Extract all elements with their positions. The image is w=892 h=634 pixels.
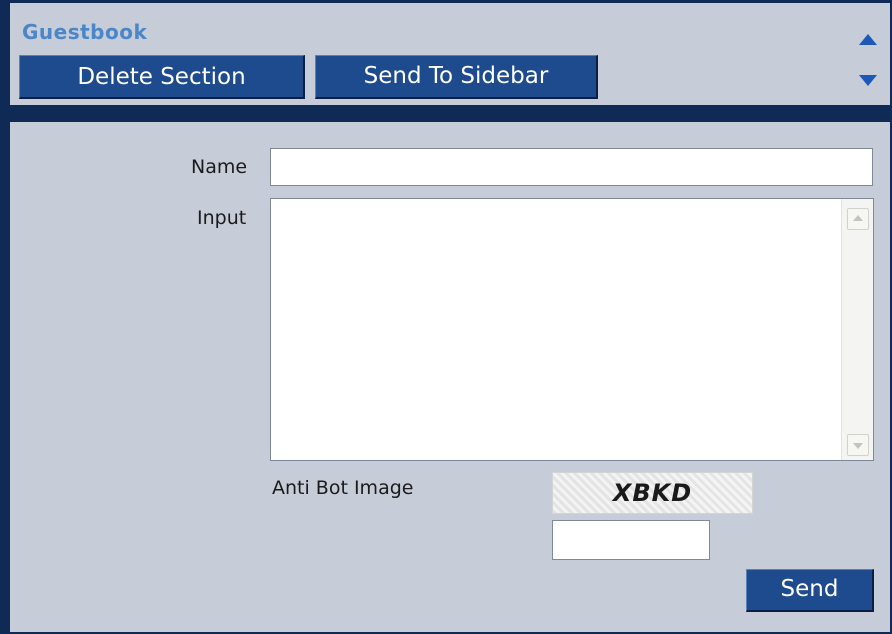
scroll-up-icon[interactable] [847,208,869,230]
arrow-down-icon[interactable] [859,75,877,86]
input-textarea-wrapper [270,198,874,461]
captcha-input[interactable] [552,520,710,560]
anti-bot-label: Anti Bot Image [272,477,414,499]
scroll-down-icon[interactable] [847,434,869,456]
input-textarea[interactable] [271,199,839,460]
header-divider [10,105,890,122]
name-field[interactable] [270,148,873,186]
captcha-image: XBKD [552,472,753,514]
name-label: Name [191,156,248,178]
guestbook-form: Name Input Anti Bot Image XBKD Send [10,122,890,632]
section-title: Guestbook [22,20,148,44]
send-button[interactable]: Send [746,569,874,612]
input-label: Input [197,207,247,229]
textarea-scrollbar[interactable] [841,199,873,460]
delete-section-button[interactable]: Delete Section [19,55,305,99]
section-header: Guestbook Delete Section Send To Sidebar [10,3,890,105]
send-to-sidebar-button[interactable]: Send To Sidebar [315,55,598,99]
captcha-text: XBKD [612,479,693,507]
arrow-up-icon[interactable] [859,34,877,45]
